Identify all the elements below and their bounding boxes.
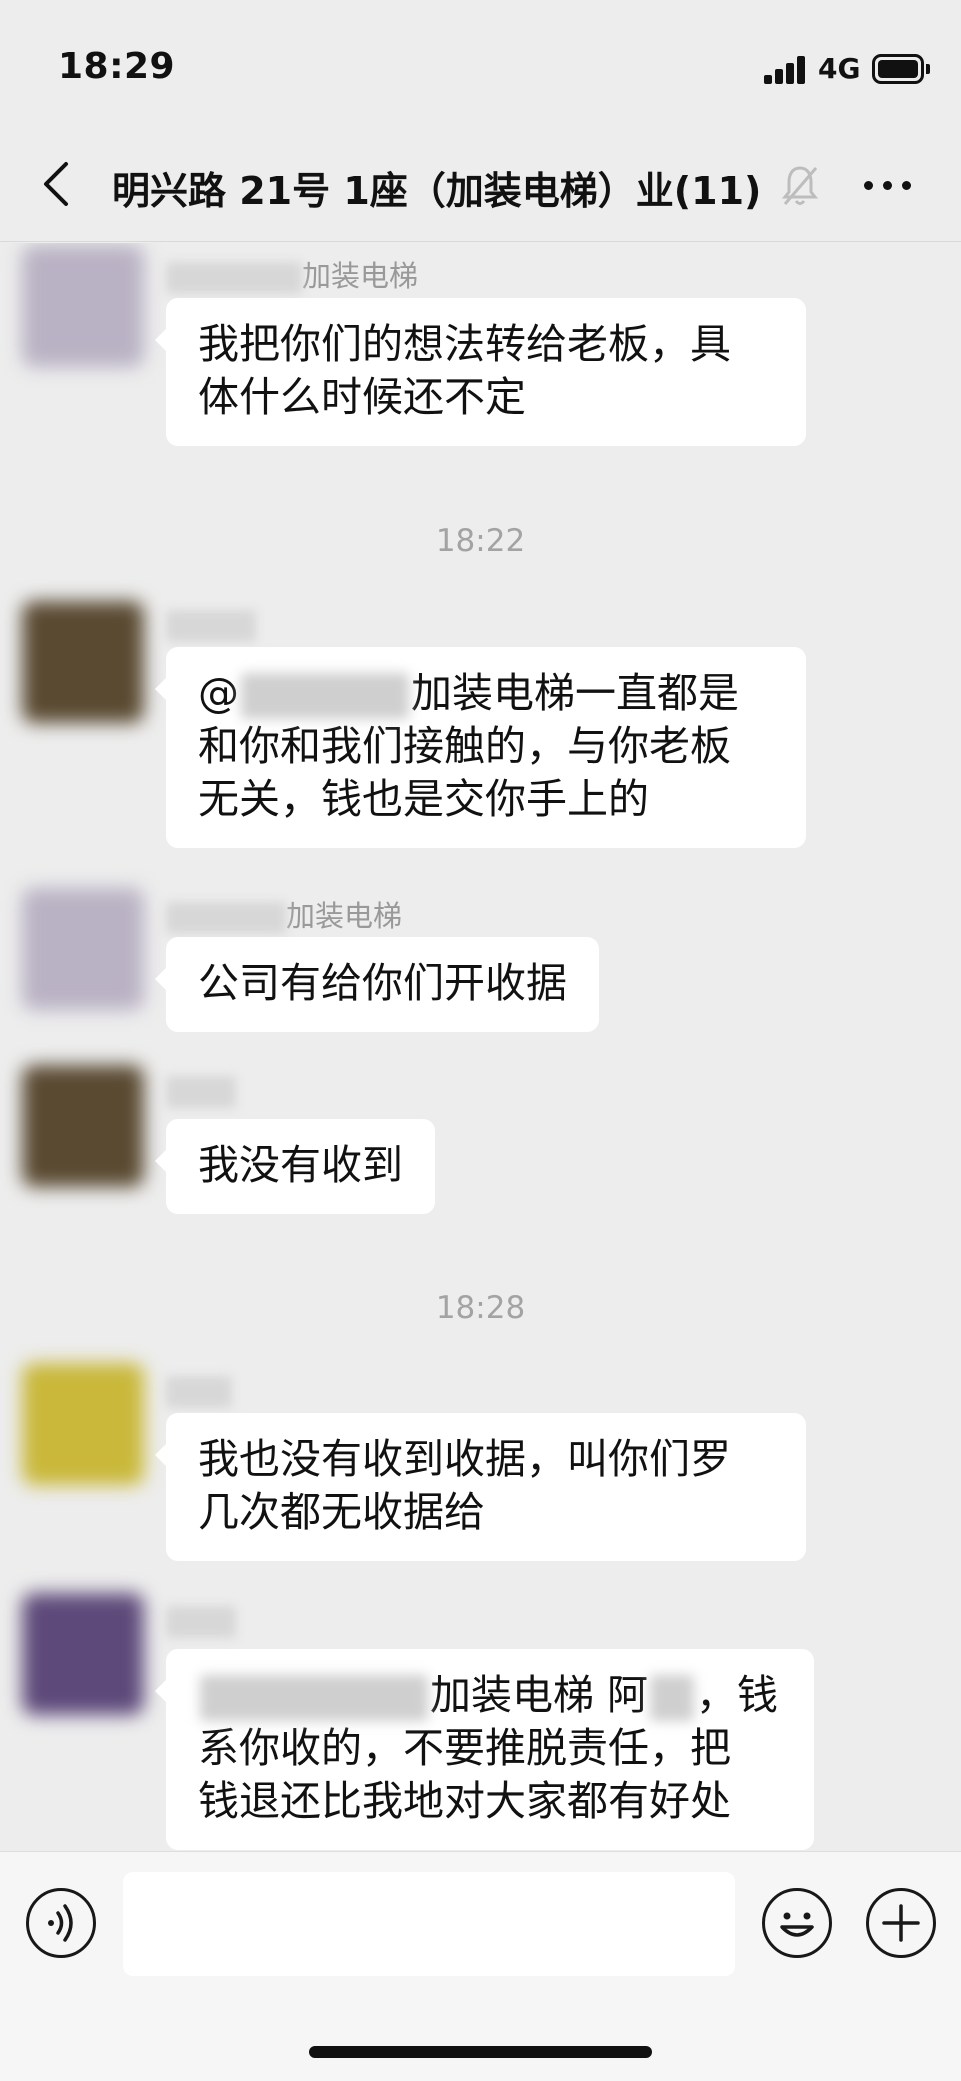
signal-icon: [764, 56, 806, 84]
message-line: 公司有给你们开收据: [198, 959, 567, 1007]
sender-name: [166, 1073, 236, 1108]
redacted-mention: [241, 673, 409, 719]
avatar[interactable]: [22, 1363, 144, 1485]
message-bubble[interactable]: 我也没有收到收据，叫你们罗 几次都无收据给: [155, 1413, 806, 1561]
message-line: @ 加装电梯一直都是: [198, 669, 739, 719]
more-icon[interactable]: [858, 168, 918, 202]
redacted-name: [166, 902, 286, 934]
sender-name: [166, 1373, 232, 1408]
avatar[interactable]: [22, 1065, 144, 1187]
message-line: 钱退还比我地对大家都有好处: [198, 1777, 731, 1825]
message-line: 加装电梯 阿，钱: [198, 1669, 782, 1722]
voice-icon[interactable]: [26, 1888, 96, 1958]
message-bubble[interactable]: 公司有给你们开收据: [155, 937, 599, 1032]
status-time: 18:29: [58, 46, 176, 87]
avatar[interactable]: [22, 601, 144, 723]
avatar[interactable]: [22, 1593, 144, 1715]
sender-name: [166, 1603, 236, 1638]
chat-title: 明兴路 21号 1座（加装电梯）业(11): [112, 169, 762, 213]
redacted-name: [166, 262, 302, 294]
message-line: 我也没有收到收据，叫你们罗: [198, 1435, 731, 1483]
message-line: 我没有收到: [198, 1141, 403, 1189]
avatar[interactable]: [22, 245, 144, 367]
nav-bar: 明兴路 21号 1座（加装电梯）业(11): [0, 130, 961, 242]
input-bar: [0, 1851, 961, 2081]
network-label: 4G: [818, 52, 861, 85]
message-bubble[interactable]: 我没有收到: [155, 1119, 435, 1214]
plus-icon[interactable]: [866, 1888, 936, 1958]
redacted-name: [166, 1376, 232, 1408]
redacted-name: [200, 1675, 428, 1721]
mute-bell-icon: [780, 162, 820, 210]
battery-icon: [872, 54, 930, 84]
avatar[interactable]: [22, 888, 144, 1010]
message-line: 体什么时候还不定: [198, 373, 526, 421]
message-line: 我把你们的想法转给老板，具: [198, 320, 731, 368]
message-line: 和你和我们接触的，与你老板: [198, 722, 731, 770]
redacted-name: [650, 1675, 695, 1721]
message-line: 几次都无收据给: [198, 1488, 485, 1536]
redacted-name: [166, 1606, 236, 1638]
redacted-name: [166, 610, 256, 642]
back-icon[interactable]: [34, 154, 84, 214]
time-divider: 18:28: [435, 1290, 526, 1326]
message-bubble[interactable]: 我把你们的想法转给老板，具 体什么时候还不定: [155, 298, 806, 446]
message-bubble[interactable]: 加装电梯 阿，钱 系你收的，不要推脱责任，把 钱退还比我地对大家都有好处: [155, 1649, 814, 1850]
emoji-icon[interactable]: [762, 1888, 832, 1958]
sender-name: 加装电梯: [166, 253, 418, 295]
redacted-name: [166, 1076, 236, 1108]
home-indicator: [309, 2046, 652, 2058]
message-line: 无关，钱也是交你手上的: [198, 775, 649, 823]
status-bar: 18:29 4G: [0, 0, 961, 130]
sender-name: [166, 607, 256, 642]
message-bubble[interactable]: @ 加装电梯一直都是 和你和我们接触的，与你老板 无关，钱也是交你手上的: [155, 647, 806, 848]
message-line: 系你收的，不要推脱责任，把: [198, 1724, 731, 1772]
message-input[interactable]: [123, 1872, 735, 1976]
time-divider: 18:22: [435, 523, 526, 559]
sender-name: 加装电梯: [166, 893, 402, 935]
chat-area[interactable]: 加装电梯 我把你们的想法转给老板，具 体什么时候还不定 18:22 @ 加装电梯一…: [0, 243, 961, 1851]
